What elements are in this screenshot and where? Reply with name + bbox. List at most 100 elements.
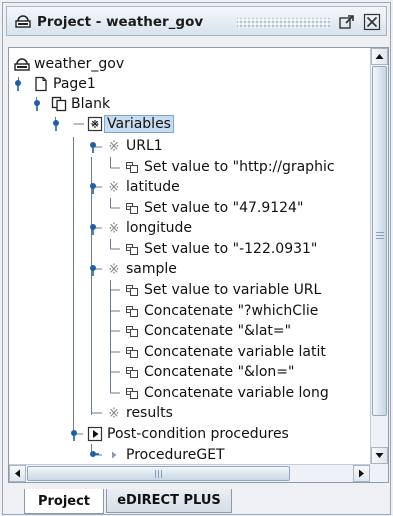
arrow-right-icon — [359, 469, 364, 478]
tree-expanded-toggle-icon[interactable] — [31, 98, 43, 117]
tree-item[interactable]: ProcedureGET — [106, 445, 225, 464]
variable-icon: ※ — [106, 179, 122, 196]
tree-item-label: weather_gov — [34, 56, 125, 72]
tree-item[interactable]: ※ URL1 — [106, 136, 163, 156]
tree-item[interactable]: Concatenate "&lon=" — [124, 362, 294, 382]
tree-item-label: Variables — [104, 115, 174, 133]
page-icon — [33, 76, 49, 92]
svg-text:※: ※ — [109, 181, 120, 196]
tree-item[interactable]: Post-condition procedures — [87, 424, 289, 444]
tab-edirect-plus[interactable]: eDIRECT PLUS — [106, 489, 232, 513]
tree-item-label: results — [126, 405, 173, 421]
blank-page-icon — [51, 96, 67, 112]
tree-item-label: Set value to "-122.0931" — [144, 241, 318, 257]
variable-icon: ※ — [106, 220, 122, 237]
grip-line — [155, 470, 156, 478]
tree-item-label: Set value to variable URL — [144, 282, 322, 298]
svg-text:※: ※ — [91, 120, 99, 131]
horizontal-scrollbar[interactable] — [9, 464, 370, 482]
tree-item-label: Set value to "47.9124" — [144, 200, 304, 216]
svg-text:※: ※ — [109, 407, 120, 422]
tree-expanded-toggle-icon[interactable] — [87, 222, 99, 241]
window-title: Project - weather_gov — [37, 14, 204, 30]
float-window-icon[interactable] — [338, 13, 356, 31]
action-icon — [124, 159, 140, 175]
tree-item[interactable]: Concatenate "?whichClie — [124, 301, 318, 321]
title-bar[interactable]: Project - weather_gov — [6, 6, 387, 36]
tree-item[interactable]: Concatenate variable latit — [124, 342, 326, 362]
tree-item-label: Set value to "http://graphic — [144, 159, 335, 175]
action-icon — [124, 241, 140, 257]
variable-icon: ※ — [106, 405, 122, 422]
tree-item-label: latitude — [126, 179, 180, 195]
variables-icon: ※ — [87, 116, 103, 132]
tree-item[interactable]: ※ results — [106, 403, 173, 423]
action-icon — [124, 303, 140, 319]
action-icon — [124, 364, 140, 380]
tree-expanded-toggle-icon[interactable] — [50, 118, 62, 137]
tree-item-label: ProcedureGET — [126, 447, 225, 463]
tree-item-label: Concatenate "&lat=" — [144, 323, 292, 339]
arrow-down-icon — [375, 453, 384, 458]
horizontal-scroll-thumb[interactable] — [27, 466, 290, 481]
scroll-up-button[interactable] — [371, 48, 388, 65]
scroll-corner — [370, 464, 388, 482]
tree-item-label: sample — [126, 261, 177, 277]
scroll-left-button[interactable] — [9, 465, 26, 482]
action-icon — [124, 385, 140, 401]
tree-expanded-toggle-icon[interactable] — [87, 263, 99, 282]
tree-item[interactable]: Set value to "47.9124" — [124, 198, 303, 218]
close-icon[interactable] — [363, 13, 381, 31]
tree-item-label: Page1 — [53, 76, 96, 92]
tree-item[interactable]: ※ Variables — [87, 114, 174, 134]
tree-item-label: Concatenate variable long — [144, 385, 329, 401]
svg-text:※: ※ — [109, 263, 120, 278]
scroll-down-button[interactable] — [371, 447, 388, 464]
grip-line — [158, 470, 159, 478]
tree-item[interactable]: Set value to "-122.0931" — [124, 239, 317, 259]
arrow-up-icon — [375, 54, 384, 59]
tree-item[interactable]: weather_gov — [14, 54, 124, 74]
variable-icon: ※ — [106, 138, 122, 155]
tree-item[interactable]: Page1 — [33, 74, 96, 94]
vertical-scroll-thumb[interactable] — [372, 66, 387, 416]
tree-expanded-toggle-icon[interactable] — [68, 428, 80, 447]
tree-item-label: URL1 — [126, 138, 163, 154]
arrow-left-icon — [15, 469, 20, 478]
procedure-icon — [106, 447, 122, 463]
tree-item[interactable]: Concatenate "&lat=" — [124, 321, 291, 341]
tree-item-label: Concatenate "?whichClie — [144, 303, 319, 319]
grip-line — [161, 470, 162, 478]
vertical-scrollbar[interactable] — [370, 48, 388, 464]
tree-item-label: Concatenate variable latit — [144, 344, 326, 360]
svg-text:※: ※ — [109, 222, 120, 237]
tree-expanded-toggle-icon[interactable] — [87, 181, 99, 200]
tree-item-label: Post-condition procedures — [107, 426, 289, 442]
svg-text:※: ※ — [109, 140, 120, 155]
tree-item-label: longitude — [126, 220, 192, 236]
procedures-icon — [87, 426, 103, 442]
tree-expanded-toggle-icon[interactable] — [12, 78, 24, 97]
tree-collapsed-toggle-icon[interactable] — [87, 449, 99, 464]
action-icon — [124, 282, 140, 298]
tree-item[interactable]: Concatenate variable long — [124, 383, 329, 403]
tree-item[interactable]: ※ latitude — [106, 177, 180, 197]
tab-project[interactable]: Project — [24, 489, 104, 514]
tree-item[interactable]: Set value to "http://graphic — [124, 157, 335, 177]
grip-line — [376, 232, 384, 233]
bottom-tabs: Project eDIRECT PLUS — [6, 489, 389, 514]
tree-item[interactable]: Blank — [51, 94, 110, 114]
scroll-right-button[interactable] — [353, 465, 370, 482]
action-icon — [124, 344, 140, 360]
tree-item[interactable]: ※ sample — [106, 259, 177, 279]
tree-item[interactable]: ※ longitude — [106, 218, 192, 238]
tree-item[interactable]: Set value to variable URL — [124, 280, 321, 300]
project-panel: Project - weather_gov weather_gov Page1 … — [2, 2, 391, 515]
grip-line — [376, 238, 384, 239]
tree-expanded-toggle-icon[interactable] — [87, 140, 99, 159]
project-tree[interactable]: weather_gov Page1 Blank ※ Variables ※ URL1 Set … — [8, 47, 389, 483]
drag-grip[interactable] — [237, 18, 330, 28]
tree-item-label: Blank — [71, 96, 111, 112]
tree-view[interactable]: weather_gov Page1 Blank ※ Variables ※ URL1 Set … — [9, 48, 370, 464]
project-icon — [15, 15, 31, 28]
